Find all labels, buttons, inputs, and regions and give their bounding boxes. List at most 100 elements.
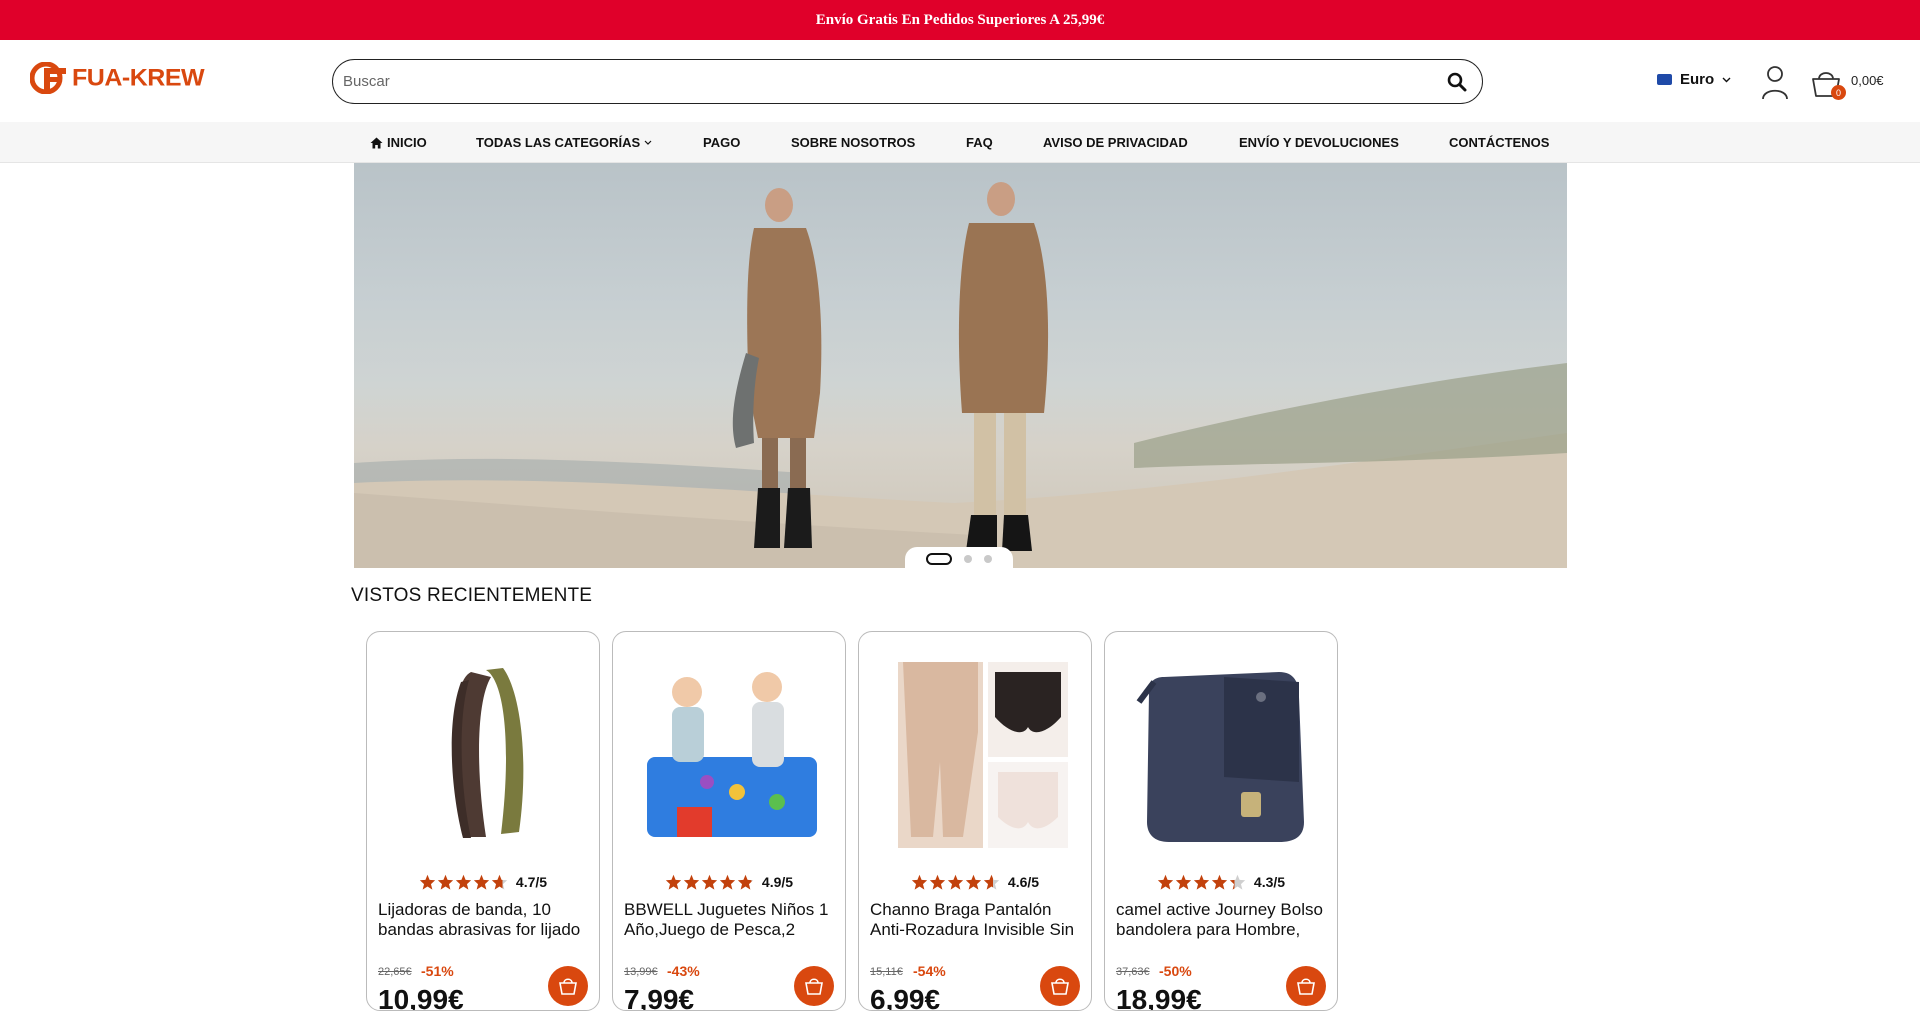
star-icon <box>683 874 700 890</box>
cart-count-badge: 0 <box>1831 85 1846 100</box>
nav-label: INICIO <box>387 135 427 150</box>
add-to-cart-icon <box>559 978 577 995</box>
star-icon <box>665 874 682 890</box>
product-price: 6,99€ <box>870 984 941 1011</box>
nav-label: CONTÁCTENOS <box>1449 135 1550 150</box>
product-old-price: 13,99€ <box>624 966 658 978</box>
star-icon <box>455 874 472 890</box>
search-bar <box>332 59 1483 104</box>
product-card[interactable]: 4.7/5 Lijadoras de banda, 10 bandas abra… <box>366 631 600 1011</box>
star-icon <box>947 874 964 890</box>
nav-item-inicio[interactable]: INICIO <box>370 122 427 163</box>
product-image <box>1136 672 1304 842</box>
user-icon <box>1762 66 1788 100</box>
logo-mark-icon <box>30 62 66 94</box>
currency-selector[interactable]: Euro <box>1657 71 1731 88</box>
nav-item-categorias[interactable]: TODAS LAS CATEGORÍAS <box>476 122 656 163</box>
slider-dot-1[interactable] <box>926 553 952 565</box>
search-input[interactable] <box>343 73 1442 90</box>
rating-stars <box>911 874 1000 890</box>
add-to-cart-icon <box>1297 978 1315 995</box>
star-icon <box>983 874 1000 890</box>
nav-item-pago[interactable]: PAGO <box>703 122 740 163</box>
logo[interactable]: FUA-KREW <box>30 62 205 94</box>
nav-label: FAQ <box>966 135 993 150</box>
star-icon <box>1157 874 1174 890</box>
product-discount: -51% <box>421 963 454 979</box>
account-button[interactable] <box>1760 64 1790 100</box>
product-image <box>898 662 1068 848</box>
cart-total: 0,00€ <box>1851 73 1884 88</box>
rating-stars <box>665 874 754 890</box>
product-title[interactable]: Lijadoras de banda, 10 bandas abrasivas … <box>378 900 590 940</box>
product-title[interactable]: Channo Braga Pantalón Anti-Rozadura Invi… <box>870 900 1082 940</box>
product-old-price: 22,65€ <box>378 966 412 978</box>
product-title[interactable]: BBWELL Juguetes Niños 1 Año,Juego de Pes… <box>624 900 836 940</box>
star-icon <box>737 874 754 890</box>
nav-item-faq[interactable]: FAQ <box>966 122 993 163</box>
product-price: 10,99€ <box>378 984 464 1011</box>
nav-label: TODAS LAS CATEGORÍAS <box>476 135 641 150</box>
product-card[interactable]: 4.3/5 camel active Journey Bolso bandole… <box>1104 631 1338 1011</box>
product-price: 18,99€ <box>1116 984 1202 1011</box>
product-card[interactable]: 4.9/5 BBWELL Juguetes Niños 1 Año,Juego … <box>612 631 846 1011</box>
search-icon <box>1447 72 1467 91</box>
star-icon <box>965 874 982 890</box>
star-icon <box>437 874 454 890</box>
nav-label: AVISO DE PRIVACIDAD <box>1043 135 1188 150</box>
add-to-cart-icon <box>805 978 823 995</box>
rating-stars <box>1157 874 1246 890</box>
star-icon <box>929 874 946 890</box>
product-rating: 4.6/5 <box>859 874 1091 890</box>
announcement-bar: Envío Gratis En Pedidos Superiores A 25,… <box>0 0 1920 40</box>
nav-item-aviso-privacidad[interactable]: AVISO DE PRIVACIDAD <box>1043 122 1188 163</box>
add-to-cart-button[interactable] <box>794 966 834 1006</box>
product-card[interactable]: 4.6/5 Channo Braga Pantalón Anti-Rozadur… <box>858 631 1092 1011</box>
product-price: 7,99€ <box>624 984 695 1011</box>
cart-button[interactable]: 0 <box>1810 66 1846 100</box>
add-to-cart-button[interactable] <box>548 966 588 1006</box>
product-old-price: 15,11€ <box>870 966 903 978</box>
nav-label: ENVÍO Y DEVOLUCIONES <box>1239 135 1399 150</box>
rating-stars <box>419 874 508 890</box>
nav-item-sobre-nosotros[interactable]: SOBRE NOSOTROS <box>791 122 915 163</box>
eu-flag-icon <box>1657 74 1672 85</box>
slider-dot-2[interactable] <box>964 555 972 563</box>
hero-banner[interactable] <box>354 163 1567 568</box>
product-discount: -54% <box>913 963 946 979</box>
recently-viewed-title: VISTOS RECIENTEMENTE <box>351 585 593 606</box>
star-icon <box>701 874 718 890</box>
add-to-cart-button[interactable] <box>1040 966 1080 1006</box>
star-icon <box>719 874 736 890</box>
add-to-cart-icon <box>1051 978 1069 995</box>
rating-value: 4.7/5 <box>515 874 548 890</box>
product-rating: 4.9/5 <box>613 874 845 890</box>
product-image <box>647 672 817 837</box>
currency-label: Euro <box>1680 71 1715 88</box>
star-icon <box>419 874 436 890</box>
main-nav: INICIO TODAS LAS CATEGORÍAS PAGO SOBRE N… <box>0 122 1920 163</box>
product-rating: 4.3/5 <box>1105 874 1337 890</box>
home-icon <box>370 137 383 148</box>
product-rating: 4.7/5 <box>367 874 599 890</box>
star-icon <box>911 874 928 890</box>
product-title[interactable]: camel active Journey Bolso bandolera par… <box>1116 900 1328 940</box>
star-icon <box>1229 874 1246 890</box>
announcement-text: Envío Gratis En Pedidos Superiores A 25,… <box>815 11 1105 28</box>
search-button[interactable] <box>1442 67 1472 97</box>
star-icon <box>491 874 508 890</box>
chevron-down-icon <box>644 140 652 145</box>
nav-label: PAGO <box>703 135 741 150</box>
nav-label: SOBRE NOSOTROS <box>791 135 916 150</box>
nav-item-contactenos[interactable]: CONTÁCTENOS <box>1449 122 1549 163</box>
slider-dot-3[interactable] <box>984 555 992 563</box>
hero-image <box>354 182 1567 568</box>
rating-value: 4.3/5 <box>1253 874 1286 890</box>
rating-value: 4.6/5 <box>1007 874 1040 890</box>
slider-dots <box>905 547 1013 571</box>
add-to-cart-button[interactable] <box>1286 966 1326 1006</box>
header: FUA-KREW Euro 0 <box>0 40 1920 122</box>
nav-item-envio-devoluciones[interactable]: ENVÍO Y DEVOLUCIONES <box>1239 122 1399 163</box>
logo-text: FUA-KREW <box>72 64 205 91</box>
product-discount: -43% <box>667 963 700 979</box>
